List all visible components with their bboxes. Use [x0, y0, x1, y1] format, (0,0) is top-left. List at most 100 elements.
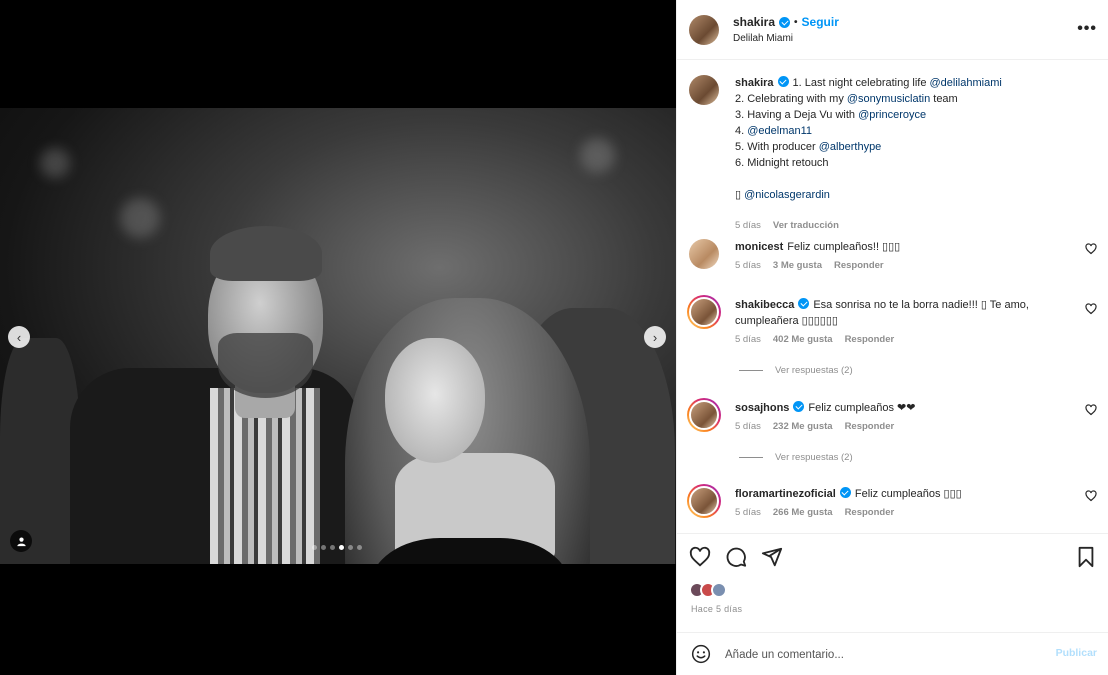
- comments-section[interactable]: shakira 1. Last night celebrating life @d…: [677, 61, 1108, 533]
- commenter-username[interactable]: shakibecca: [735, 299, 794, 311]
- view-replies-button[interactable]: Ver respuestas (2): [739, 365, 853, 376]
- tagged-users-button[interactable]: [10, 530, 32, 552]
- commenter-avatar[interactable]: [687, 295, 721, 329]
- carousel-prev-button[interactable]: ‹: [8, 326, 30, 348]
- mention-link[interactable]: @princeroyce: [858, 109, 926, 121]
- view-replies-button[interactable]: Ver respuestas (2): [739, 452, 853, 463]
- post-photo[interactable]: [0, 108, 676, 564]
- add-comment-row: Publicar: [677, 632, 1108, 675]
- comment-meta: 5 días 232 Me gusta Responder: [735, 421, 894, 432]
- man-beard: [218, 333, 313, 398]
- verified-icon: [779, 16, 791, 28]
- tag-user-icon: [16, 537, 26, 546]
- comment-time[interactable]: 5 días: [735, 334, 761, 345]
- bookmark-icon[interactable]: [1075, 546, 1097, 568]
- caption-text: shakira 1. Last night celebrating life @d…: [735, 75, 1065, 203]
- like-comment-heart-icon[interactable]: [1085, 303, 1097, 315]
- chevron-left-icon: ‹: [16, 329, 22, 345]
- caption-line-text: 2. Celebrating with my: [735, 93, 847, 105]
- post-actions: Hace 5 días Publicar: [677, 533, 1108, 675]
- comment-likes[interactable]: 3 Me gusta: [773, 260, 822, 271]
- commenter-avatar[interactable]: [689, 239, 719, 269]
- comment-time[interactable]: 5 días: [735, 507, 761, 518]
- author-avatar[interactable]: [689, 15, 719, 45]
- post-header: shakira • Seguir Delilah Miami •••: [677, 0, 1108, 60]
- add-comment-input[interactable]: [725, 645, 1035, 665]
- like-comment-heart-icon[interactable]: [1085, 490, 1097, 502]
- like-comment-heart-icon[interactable]: [1085, 404, 1097, 416]
- comment-time[interactable]: 5 días: [735, 421, 761, 432]
- carousel-dot: [321, 545, 326, 550]
- reply-button[interactable]: Responder: [845, 334, 895, 345]
- caption-username[interactable]: shakira: [735, 77, 774, 89]
- commenter-avatar[interactable]: [687, 484, 721, 518]
- chevron-right-icon: ›: [652, 329, 658, 345]
- mention-link[interactable]: @edelman11: [747, 125, 812, 137]
- author-username[interactable]: shakira: [733, 15, 775, 29]
- view-replies-label: Ver respuestas (2): [775, 365, 853, 376]
- background-light: [580, 138, 615, 173]
- comment-likes[interactable]: 402 Me gusta: [773, 334, 833, 345]
- background-person: [0, 338, 80, 564]
- liker-avatar: [711, 582, 727, 598]
- comment-meta: 5 días 402 Me gusta Responder: [735, 334, 894, 345]
- carousel-dot: [357, 545, 362, 550]
- background-light: [120, 198, 160, 238]
- carousel-next-button[interactable]: ›: [644, 326, 666, 348]
- verified-icon: [777, 76, 789, 87]
- reply-button[interactable]: Responder: [834, 260, 884, 271]
- comment-body: Feliz cumpleaños ❤❤: [808, 402, 916, 414]
- post-media-panel: ‹ ›: [0, 0, 676, 675]
- comment-meta: 5 días 266 Me gusta Responder: [735, 507, 894, 518]
- separator: •: [794, 16, 798, 28]
- carousel-dot: [312, 545, 317, 550]
- reply-button[interactable]: Responder: [845, 507, 895, 518]
- man-hair: [210, 226, 322, 281]
- replies-divider: [739, 457, 763, 458]
- comment-likes[interactable]: 232 Me gusta: [773, 421, 833, 432]
- woman-face: [385, 338, 485, 463]
- see-translation-button[interactable]: Ver traducción: [773, 220, 839, 231]
- mention-link[interactable]: @nicolasgerardin: [744, 189, 830, 201]
- location-link[interactable]: Delilah Miami: [733, 33, 793, 44]
- avatar-image: [689, 400, 719, 430]
- mention-link[interactable]: @sonymusiclatin: [847, 93, 930, 105]
- heart-icon[interactable]: [689, 546, 711, 568]
- caption-time[interactable]: 5 días: [735, 220, 761, 231]
- like-comment-heart-icon[interactable]: [1085, 243, 1097, 255]
- post-side-panel: shakira • Seguir Delilah Miami ••• shaki…: [676, 0, 1108, 675]
- commenter-username[interactable]: monicest: [735, 241, 783, 253]
- author-avatar[interactable]: [689, 75, 719, 105]
- carousel-dot: [339, 545, 344, 550]
- comment-body: Feliz cumpleaños!! ▯▯▯: [787, 241, 901, 253]
- reply-button[interactable]: Responder: [845, 421, 895, 432]
- comment-likes[interactable]: 266 Me gusta: [773, 507, 833, 518]
- commenter-username[interactable]: floramartinezoficial: [735, 488, 836, 500]
- mention-link[interactable]: @alberthype: [819, 141, 882, 153]
- follow-button[interactable]: Seguir: [802, 15, 839, 29]
- publish-button[interactable]: Publicar: [1056, 647, 1097, 659]
- carousel-dot: [330, 545, 335, 550]
- comment-meta: 5 días 3 Me gusta Responder: [735, 260, 884, 271]
- replies-divider: [739, 370, 763, 371]
- caption-line-suffix: team: [930, 93, 958, 105]
- author-row: shakira • Seguir: [733, 15, 839, 29]
- post-time-ago[interactable]: Hace 5 días: [691, 604, 742, 614]
- caption-line-text: 4.: [735, 125, 748, 137]
- comment-icon[interactable]: [725, 546, 747, 568]
- comment-time[interactable]: 5 días: [735, 260, 761, 271]
- background-light: [40, 148, 70, 178]
- avatar-image: [689, 486, 719, 516]
- mention-link[interactable]: @delilahmiami: [930, 77, 1002, 89]
- share-icon[interactable]: [761, 546, 783, 568]
- verified-icon: [793, 401, 805, 412]
- carousel-indicator: [312, 545, 362, 550]
- view-replies-label: Ver respuestas (2): [775, 452, 853, 463]
- liked-by-avatars[interactable]: [689, 582, 727, 598]
- commenter-avatar[interactable]: [687, 398, 721, 432]
- more-options-icon[interactable]: •••: [1077, 20, 1097, 38]
- carousel-dot: [348, 545, 353, 550]
- emoji-icon[interactable]: [691, 644, 711, 664]
- caption-line-text: 5. With producer: [735, 141, 819, 153]
- commenter-username[interactable]: sosajhons: [735, 402, 789, 414]
